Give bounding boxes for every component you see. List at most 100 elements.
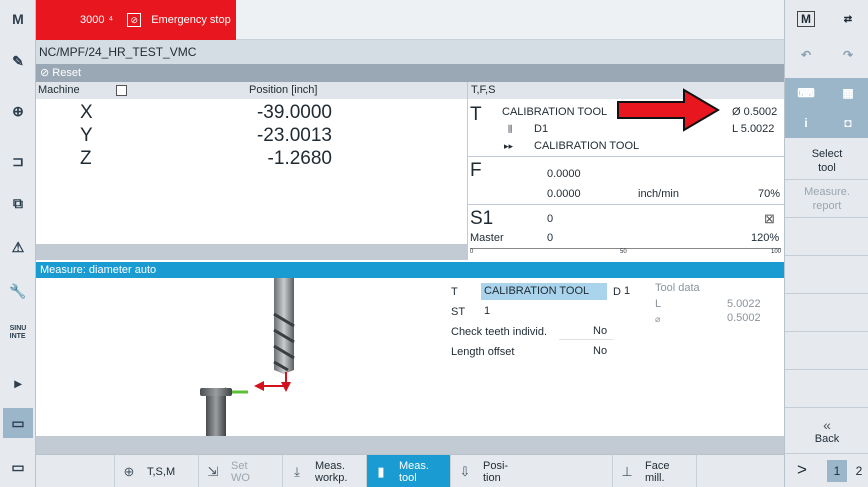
st-field[interactable]: 1	[481, 303, 501, 320]
axis-name: Z	[80, 148, 92, 169]
tfs-divider	[468, 204, 785, 205]
axis-value: -39.0000	[256, 102, 332, 123]
annotation-arrow	[617, 88, 720, 132]
machine-header: Machine Position [inch]	[36, 82, 467, 99]
tool-measure-graphic	[200, 278, 295, 436]
tool-icon: ⫼	[508, 124, 513, 134]
measure-report-button[interactable]: Measure. report	[785, 180, 868, 218]
setup-icon[interactable]: 🔧	[3, 276, 33, 306]
length-offset-select[interactable]: No	[559, 342, 613, 360]
set-wo-label: Set WO	[231, 459, 250, 484]
reset-icon: ⊘	[40, 67, 50, 79]
probe-stem	[206, 396, 226, 436]
measure-illustration	[36, 278, 449, 436]
st-label: ST	[451, 306, 466, 318]
tool-field[interactable]: CALIBRATION TOOL	[481, 283, 607, 300]
right-softkeys: M ⇄ ↶ ↷ ⌨ ▦ i ◘ Select tool Measure. rep…	[784, 0, 868, 487]
calculator-icon[interactable]: ▦	[827, 78, 868, 108]
d-label: D1	[534, 123, 549, 135]
tooldata-l-label: L	[655, 298, 662, 310]
t-label: T	[470, 104, 482, 125]
empty-softkey-3[interactable]	[785, 218, 868, 256]
s-value: 0	[547, 213, 554, 225]
select-tool-button[interactable]: Select tool	[785, 142, 868, 180]
jog-icon[interactable]: ⇄	[827, 4, 868, 34]
meas-workp-icon: ⤓	[294, 463, 300, 479]
page-2[interactable]: 2	[851, 460, 867, 482]
empty-softkey-4[interactable]	[785, 256, 868, 294]
redo-icon[interactable]: ↷	[827, 40, 868, 70]
machine-mode-icon[interactable]: M	[3, 4, 33, 34]
alarm-ack-icon[interactable]: ⊘	[127, 13, 142, 27]
scale-100: 100	[770, 249, 781, 255]
spindle-load-scale: 0 50 100	[470, 248, 781, 258]
master-value: 0	[547, 232, 554, 244]
back-chevron-icon: «	[823, 416, 831, 433]
page-1[interactable]: 1	[827, 460, 847, 482]
undo-icon[interactable]: ↶	[785, 40, 827, 70]
empty-bottom-softkey[interactable]	[696, 455, 784, 487]
window-bottom-icon[interactable]: ▭	[3, 452, 33, 482]
face-mill-button[interactable]: ⊥ Face mill.	[612, 455, 696, 487]
tool-shank	[274, 278, 294, 306]
program-edit-icon[interactable]: ✎	[3, 46, 33, 76]
check-teeth-select[interactable]: No	[559, 322, 613, 340]
f-value-1: 0.0000	[547, 168, 581, 180]
face-mill-icon: ⊥	[621, 463, 633, 479]
machine-label: Machine	[38, 84, 80, 96]
position-label: Position [inch]	[249, 84, 318, 96]
tooldata-l-value: 5.0022	[727, 298, 761, 310]
alarm-symbol: ⁴	[108, 14, 114, 26]
window-icon[interactable]: ▭	[3, 408, 33, 438]
master-label: Master	[470, 232, 504, 244]
screenshot-icon[interactable]: ◘	[827, 108, 868, 138]
next-tool-name: CALIBRATION TOOL	[534, 140, 640, 152]
diagnostics-icon[interactable]: ⚠	[3, 232, 33, 262]
program-manager-icon[interactable]: ⧉	[3, 188, 33, 218]
program-icon[interactable]: ⊐	[3, 146, 33, 176]
path-arrowhead	[254, 381, 264, 391]
d-field[interactable]: 1	[624, 283, 638, 300]
next-page-button[interactable]: >	[797, 460, 807, 480]
set-wo-icon: ⇲	[207, 463, 219, 479]
t-label: T	[451, 286, 458, 298]
expand-arrow-icon[interactable]: ▸	[3, 368, 33, 398]
position-button[interactable]: ⇩ Posi- tion	[450, 455, 534, 487]
machine-checkbox[interactable]	[116, 85, 127, 96]
tsm-button[interactable]: ⊕ T,S,M	[114, 455, 198, 487]
parameter-icon[interactable]: ⊕	[3, 96, 33, 126]
tfs-divider	[468, 156, 785, 157]
measure-form: T CALIBRATION TOOL D 1 Tool data ST 1 L …	[449, 278, 784, 436]
empty-softkey-6[interactable]	[785, 332, 868, 370]
back-button[interactable]: « Back	[785, 410, 868, 454]
meas-tool-label: Meas. tool	[399, 459, 429, 484]
feed-override: 70%	[758, 188, 781, 200]
empty-softkey-5[interactable]	[785, 294, 868, 332]
alarm-number: 3000	[80, 14, 105, 26]
tool-name: CALIBRATION TOOL	[502, 106, 608, 118]
scale-50: 50	[620, 249, 627, 255]
top-bar: 3000 ⁴ ⊘ Emergency stop	[36, 0, 784, 40]
machine-m-icon[interactable]: M	[785, 4, 827, 34]
position-label: Posi- tion	[483, 459, 509, 484]
measure-title: Measure: diameter auto	[36, 262, 784, 278]
machine-footer	[36, 244, 467, 260]
spindle-override: 120%	[751, 232, 780, 244]
back-label: Back	[814, 432, 840, 445]
meas-workp-button[interactable]: ⤓ Meas. workp.	[282, 455, 366, 487]
empty-softkey-7[interactable]	[785, 370, 868, 408]
set-wo-button[interactable]: ⇲ Set WO	[198, 455, 282, 487]
sinumerik-integrate-icon[interactable]: SINU INTE	[3, 318, 33, 348]
meas-workp-label: Meas. workp.	[315, 459, 348, 484]
axis-name: Y	[80, 125, 93, 146]
program-path: NC/MPF/24_HR_TEST_VMC	[36, 40, 784, 64]
f-label: F	[470, 160, 482, 181]
tooldata-dia-value: 0.5002	[727, 312, 761, 324]
info-icon[interactable]: i	[785, 108, 827, 138]
meas-tool-button[interactable]: ▮ Meas. tool	[366, 455, 450, 487]
axis-row-x: X -39.0000	[36, 102, 467, 124]
alarm-banner[interactable]: 3000 ⁴ ⊘ Emergency stop	[36, 0, 236, 40]
keyboard-icon[interactable]: ⌨	[785, 78, 827, 108]
machine-panel: Machine Position [inch] X -39.0000 Y -23…	[36, 82, 467, 260]
f-unit: inch/min	[638, 188, 679, 200]
